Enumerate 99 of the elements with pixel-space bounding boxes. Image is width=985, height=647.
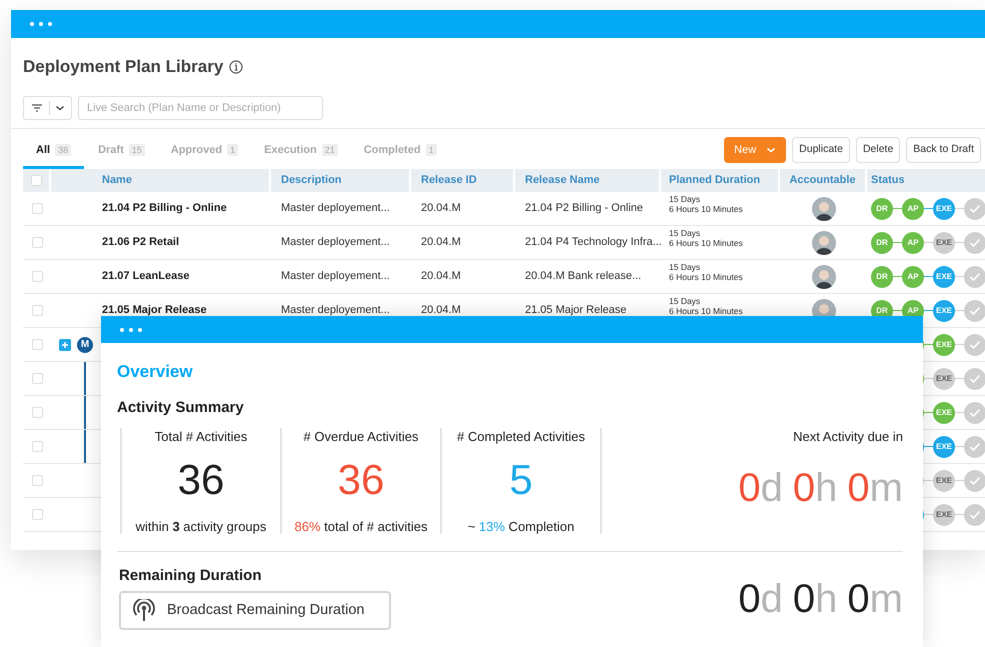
column-header[interactable]: Planned Duration	[661, 169, 780, 192]
filter-tab[interactable]: Draft 15	[86, 134, 157, 169]
column-header[interactable]: Release Name	[515, 169, 661, 192]
row-checkbox[interactable]	[32, 407, 42, 418]
status-step: EXE	[933, 334, 955, 356]
info-icon	[229, 60, 244, 74]
column-header[interactable]: Name	[51, 169, 271, 192]
chevron-down-icon	[55, 104, 65, 112]
stat-value: 36	[338, 456, 384, 504]
duration-text: 15 Days	[669, 296, 702, 306]
stat-label: # Overdue Activities	[304, 429, 418, 445]
count-badge: 1	[426, 144, 437, 156]
search-field[interactable]: Live Search (Plan Name or Description)	[78, 96, 323, 120]
row-checkbox[interactable]	[32, 373, 42, 384]
plan-name[interactable]: 21.04 P2 Billing - Online	[102, 200, 227, 217]
status-step: EXE	[933, 470, 955, 492]
plan-name[interactable]: 21.05 Major Release	[102, 302, 207, 319]
status-step: EXE	[933, 436, 955, 458]
filter-button[interactable]	[23, 96, 72, 120]
row-checkbox[interactable]	[32, 237, 42, 248]
column-header[interactable]: Accountable	[780, 169, 867, 192]
count-badge: 21	[322, 144, 338, 156]
stat-label: # Completed Activities	[457, 429, 585, 445]
table-cell-text: 21.05 Major Release	[525, 303, 627, 318]
new-button[interactable]: New	[724, 137, 786, 163]
action-button[interactable]: Delete	[856, 137, 900, 163]
status-step: EXE	[933, 368, 955, 390]
status-step: EXE	[933, 232, 955, 254]
status-step: AP	[902, 266, 924, 288]
row-checkbox[interactable]	[32, 203, 42, 214]
section-heading: Remaining Duration	[119, 567, 263, 585]
status-step: DR	[871, 232, 893, 254]
table-cell-text: 20.04.M Bank release...	[525, 269, 642, 284]
table-cell-text: 21.04 P2 Billing - Online	[525, 201, 644, 216]
column-header[interactable]: Status	[867, 169, 985, 192]
table-cell-text: Master deployement...	[281, 269, 390, 284]
status-step: AP	[902, 198, 924, 220]
table-cell-text: Master deployement...	[281, 235, 390, 250]
action-button[interactable]: Back to Draft	[906, 137, 981, 163]
column-header[interactable]: Description	[271, 169, 411, 192]
filter-icon	[31, 103, 43, 113]
group-badge: M	[77, 336, 93, 352]
broadcast-icon	[133, 598, 155, 622]
next-due-countdown: 0d 0h 0m	[738, 465, 903, 511]
table-cell-text: 21.04 P4 Technology Infra...	[525, 235, 662, 250]
row-checkbox[interactable]	[32, 305, 42, 316]
row-checkbox[interactable]	[30, 175, 42, 186]
chevron-down-icon	[766, 146, 776, 154]
duration-text: 6 Hours 10 Minutes	[669, 204, 744, 214]
duration-text: 15 Days	[669, 262, 702, 272]
filter-tab[interactable]: Completed 1	[352, 134, 449, 169]
table-cell-text: 20.04.M	[421, 269, 461, 284]
column-header[interactable]: Release ID	[411, 169, 515, 192]
stat-note: ~ 13% Completion	[468, 519, 574, 535]
duration-text: 6 Hours 10 Minutes	[669, 272, 744, 282]
status-step: DR	[871, 266, 893, 288]
row-checkbox[interactable]	[32, 271, 42, 282]
duration-text: 6 Hours 10 Minutes	[669, 238, 744, 248]
dots-icon	[119, 326, 143, 332]
duration-text: 6 Hours 10 Minutes	[669, 306, 744, 316]
page-title: Deployment Plan Library	[23, 56, 224, 78]
table-cell-text: Master deployement...	[281, 303, 390, 318]
status-step: EXE	[933, 402, 955, 424]
stat-note: within 3 activity groups	[136, 519, 266, 535]
expand-icon[interactable]	[59, 338, 71, 350]
overview-heading: Overview	[117, 361, 194, 383]
count-badge: 38	[55, 144, 72, 156]
table-cell-text: 20.04.M	[421, 235, 461, 250]
row-checkbox[interactable]	[32, 475, 42, 486]
status-step: EXE	[933, 266, 955, 288]
plan-name[interactable]: 21.06 P2 Retail	[102, 234, 180, 251]
status-step: AP	[902, 232, 924, 254]
stat-label: Total # Activities	[154, 429, 248, 445]
stat-value: 5	[509, 456, 533, 504]
row-checkbox[interactable]	[32, 509, 42, 520]
stat-value: 36	[178, 456, 224, 504]
stat-note: 86% total of # activities	[294, 519, 428, 535]
table-cell-text: Master deployement...	[281, 201, 390, 216]
section-heading: Activity Summary	[117, 398, 245, 418]
remaining-countdown: 0d 0h 0m	[738, 576, 903, 622]
row-checkbox[interactable]	[32, 441, 42, 452]
broadcast-button[interactable]: Broadcast Remaining Duration	[119, 591, 391, 630]
duration-text: 15 Days	[669, 194, 702, 204]
count-badge: 1	[227, 144, 238, 156]
status-step: EXE	[933, 198, 955, 220]
next-due-label: Next Activity due in	[793, 429, 903, 445]
table-cell-text: 20.04.M	[421, 303, 461, 318]
action-button[interactable]: Duplicate	[792, 137, 850, 163]
row-checkbox[interactable]	[32, 339, 42, 350]
duration-text: 15 Days	[669, 228, 702, 238]
status-step: DR	[871, 198, 893, 220]
table-cell-text: 20.04.M	[421, 201, 461, 216]
status-step: EXE	[933, 300, 955, 322]
filter-tab[interactable]: Approved 1	[158, 134, 250, 169]
plan-name[interactable]: 21.07 LeanLease	[102, 268, 190, 285]
dots-icon	[29, 21, 53, 27]
status-step: EXE	[933, 504, 955, 526]
filter-tab[interactable]: Execution 21	[252, 134, 350, 169]
count-badge: 15	[128, 144, 145, 156]
